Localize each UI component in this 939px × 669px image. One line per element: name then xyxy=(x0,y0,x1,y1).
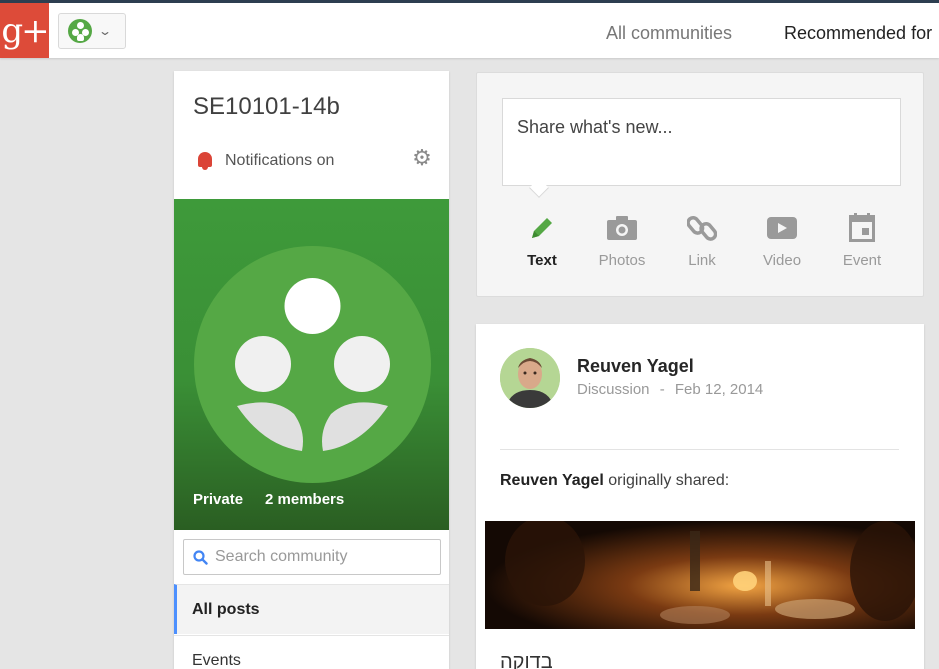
shared-suffix: originally shared: xyxy=(603,472,730,489)
post-divider xyxy=(500,449,899,450)
calendar-icon xyxy=(849,213,875,242)
community-banner: Private 2 members xyxy=(174,199,449,530)
video-icon xyxy=(767,217,797,239)
link-icon xyxy=(687,215,717,241)
search-icon xyxy=(193,549,208,565)
community-switcher[interactable]: ⌄ xyxy=(58,13,126,49)
share-photos-button[interactable]: Photos xyxy=(582,210,662,269)
post-meta: Discussion - Feb 12, 2014 xyxy=(577,381,763,398)
post-card: Reuven Yagel Discussion - Feb 12, 2014 R… xyxy=(476,324,924,669)
share-text-label: Text xyxy=(527,252,557,269)
share-link-label: Link xyxy=(688,252,716,269)
community-icon xyxy=(68,19,92,43)
share-event-button[interactable]: Event xyxy=(822,210,902,269)
share-video-button[interactable]: Video xyxy=(742,210,822,269)
menu-events[interactable]: Events xyxy=(174,635,449,669)
top-bar: g+ ⌄ All communities Recommended for xyxy=(0,0,939,58)
share-video-label: Video xyxy=(762,252,802,269)
community-title: SE10101-14b xyxy=(193,93,340,120)
members-count[interactable]: 2 members xyxy=(265,491,344,508)
bell-icon xyxy=(193,151,217,171)
chevron-down-icon: ⌄ xyxy=(97,24,113,38)
nav-all-communities[interactable]: All communities xyxy=(606,23,732,44)
original-author[interactable]: Reuven Yagel xyxy=(500,472,604,489)
community-sidebar: SE10101-14b Notifications on ⚙ Private 2… xyxy=(174,71,449,669)
logo-text: g+ xyxy=(1,10,49,51)
camera-icon xyxy=(607,216,637,240)
notifications-label: Notifications on xyxy=(225,152,335,169)
search-input[interactable] xyxy=(215,548,435,566)
meta-separator: - xyxy=(659,381,665,398)
share-photos-label: Photos xyxy=(598,252,646,269)
post-body: בדוקה xyxy=(500,651,553,669)
share-text-button[interactable]: Text xyxy=(502,210,582,269)
post-author[interactable]: Reuven Yagel xyxy=(577,356,694,377)
privacy-label: Private xyxy=(193,491,244,508)
share-box: Share what's new... Text Photos Link Vid… xyxy=(476,72,924,297)
notifications-toggle[interactable]: Notifications on xyxy=(193,151,334,171)
share-event-label: Event xyxy=(842,252,882,269)
post-date[interactable]: Feb 12, 2014 xyxy=(675,381,763,398)
community-logo xyxy=(194,246,431,483)
shared-attribution: Reuven Yagel originally shared: xyxy=(500,472,729,490)
google-plus-logo[interactable]: g+ xyxy=(0,3,50,58)
nav-recommended[interactable]: Recommended for xyxy=(784,23,932,44)
gear-icon[interactable]: ⚙ xyxy=(411,148,433,170)
pencil-icon xyxy=(532,218,552,238)
share-input[interactable]: Share what's new... xyxy=(502,98,901,186)
share-link-button[interactable]: Link xyxy=(662,210,742,269)
shared-photo[interactable] xyxy=(485,521,915,629)
menu-all-posts[interactable]: All posts xyxy=(174,584,449,634)
search-community xyxy=(183,539,441,575)
post-category[interactable]: Discussion xyxy=(577,381,650,398)
avatar[interactable] xyxy=(500,348,560,408)
